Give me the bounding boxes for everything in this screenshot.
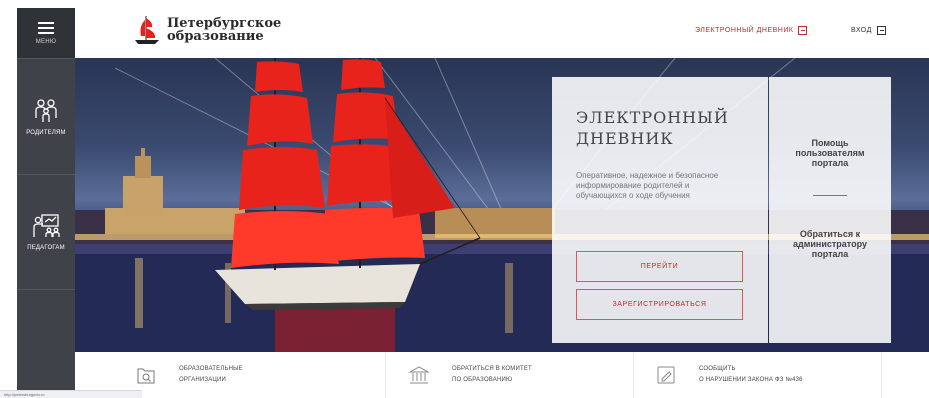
bottom-divider xyxy=(385,352,386,398)
committee-line1: ОБРАТИТЬСЯ В КОМИТЕТ xyxy=(452,366,532,372)
sidebar-label-parents: РОДИТЕЛЯМ xyxy=(26,129,66,136)
government-building-icon xyxy=(408,366,430,384)
help-line2: пользователям xyxy=(795,148,865,158)
help-line3: портала xyxy=(811,158,849,168)
logo-title-line2: образование xyxy=(167,29,264,44)
enter-icon xyxy=(798,26,808,35)
user-help-link[interactable]: Помощь пользователям портала xyxy=(769,138,891,168)
sidebar-label-teachers: ПЕДАГОГАМ xyxy=(27,245,65,251)
committee-line2: ПО ОБРАЗОВАНИЮ xyxy=(452,377,513,383)
diary-description: Оперативное, надежное и безопасное инфор… xyxy=(576,171,719,200)
education-committee-link[interactable]: ОБРАТИТЬСЯ В КОМИТЕТ ПО ОБРАЗОВАНИЮ xyxy=(408,352,532,398)
menu-label: МЕНЮ xyxy=(35,38,57,45)
help-panel: Помощь пользователям портала Обратиться … xyxy=(769,77,891,343)
bottom-divider xyxy=(881,352,882,398)
sailboat-logo-icon xyxy=(135,16,159,44)
browser-status-url: http://petersburgedu.ru xyxy=(0,390,142,398)
menu-button[interactable]: МЕНЮ xyxy=(17,8,75,58)
top-header: Петербургское образование ЭЛЕКТРОННЫЙ ДН… xyxy=(75,8,929,58)
contact-admin-link[interactable]: Обратиться к администратору портала xyxy=(769,229,891,259)
help-line1: Помощь xyxy=(811,138,849,148)
login-icon xyxy=(876,26,886,35)
pencil-note-icon xyxy=(657,366,675,384)
go-button[interactable]: ПЕРЕЙТИ xyxy=(576,251,743,282)
left-sidebar: МЕНЮ РОДИТЕЛЯМ ПЕДАГОГАМ xyxy=(17,8,75,398)
bottom-divider xyxy=(633,352,634,398)
electronic-diary-card: ЭЛЕКТРОННЫЙ ДНЕВНИК Оперативное, надежно… xyxy=(552,77,768,343)
family-icon xyxy=(35,98,57,122)
site-logo[interactable]: Петербургское образование xyxy=(133,14,281,46)
org-line1: ОБРАЗОВАТЕЛЬНЫЕ xyxy=(179,366,243,372)
hero-banner: ЭЛЕКТРОННЫЙ ДНЕВНИК Оперативное, надежно… xyxy=(75,58,929,352)
sidebar-item-teachers[interactable]: ПЕДАГОГАМ xyxy=(17,174,75,290)
hamburger-icon xyxy=(38,21,54,34)
panel-divider xyxy=(813,195,847,196)
report-line2: О НАРУШЕНИИ ЗАКОНА ФЗ №436 xyxy=(699,377,803,383)
electronic-diary-link-label: ЭЛЕКТРОННЫЙ ДНЕВНИК xyxy=(695,27,794,34)
diary-title-line2: ДНЕВНИК xyxy=(576,129,674,148)
org-line2: ОРГАНИЗАЦИИ xyxy=(179,377,227,383)
login-link-label: ВХОД xyxy=(851,27,872,34)
admin-line3: портала xyxy=(811,249,849,259)
teacher-board-icon xyxy=(33,214,60,237)
admin-line1: Обратиться к xyxy=(799,229,861,239)
report-violation-link[interactable]: СООБЩИТЬ О НАРУШЕНИИ ЗАКОНА ФЗ №436 xyxy=(655,352,803,398)
admin-line2: администратору xyxy=(793,239,867,249)
diary-title-line1: ЭЛЕКТРОННЫЙ xyxy=(576,108,729,127)
electronic-diary-link[interactable]: ЭЛЕКТРОННЫЙ ДНЕВНИК xyxy=(695,26,808,35)
search-folder-icon xyxy=(137,368,155,384)
bottom-links-bar: ОБРАЗОВАТЕЛЬНЫЕ ОРГАНИЗАЦИИ ОБРАТИТЬСЯ В… xyxy=(75,352,929,398)
diary-card-title: ЭЛЕКТРОННЫЙ ДНЕВНИК xyxy=(576,107,744,149)
register-button[interactable]: ЗАРЕГИСТРИРОВАТЬСЯ xyxy=(576,289,743,320)
login-link[interactable]: ВХОД xyxy=(851,26,886,35)
sidebar-item-parents[interactable]: РОДИТЕЛЯМ xyxy=(17,58,75,174)
educational-organizations-link[interactable]: ОБРАЗОВАТЕЛЬНЫЕ ОРГАНИЗАЦИИ xyxy=(135,352,243,398)
report-line1: СООБЩИТЬ xyxy=(699,366,736,372)
